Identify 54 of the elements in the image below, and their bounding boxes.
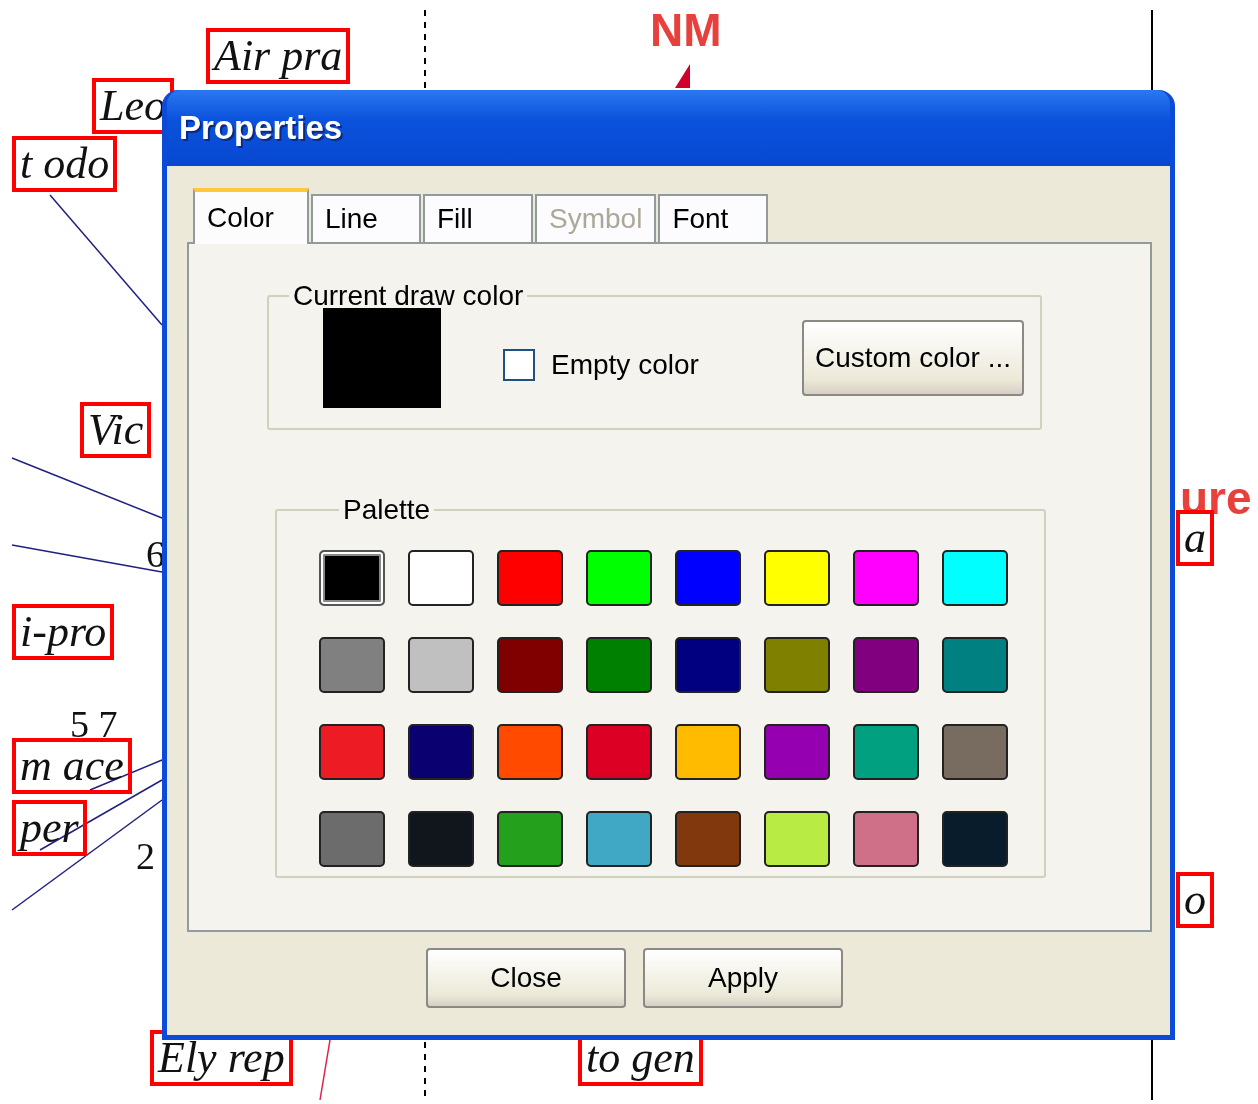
color-swatch[interactable]: [853, 637, 919, 693]
tab[interactable]: Line: [311, 194, 421, 242]
diagram-label: Vic: [80, 402, 152, 458]
color-swatch[interactable]: [497, 550, 563, 606]
window-title: Properties: [179, 109, 343, 147]
color-swatch[interactable]: [853, 724, 919, 780]
color-swatch[interactable]: [586, 637, 652, 693]
diagram-label: a: [1176, 510, 1214, 566]
group-title: Current draw color: [292, 280, 525, 312]
diagram-label: t odo: [12, 136, 118, 192]
color-swatch[interactable]: [497, 637, 563, 693]
color-swatch[interactable]: [408, 550, 474, 606]
color-swatch[interactable]: [675, 811, 741, 867]
color-swatch[interactable]: [408, 637, 474, 693]
color-swatch[interactable]: [764, 637, 830, 693]
color-swatch[interactable]: [408, 811, 474, 867]
color-swatch[interactable]: [586, 550, 652, 606]
color-swatch[interactable]: [497, 724, 563, 780]
color-swatch[interactable]: [675, 637, 741, 693]
diagram-label: NM: [650, 6, 722, 54]
tab[interactable]: Font: [658, 194, 769, 242]
diagram-label: o: [1176, 872, 1214, 928]
color-swatch[interactable]: [319, 811, 385, 867]
color-swatch[interactable]: [319, 724, 385, 780]
diagram-label: Air pra: [206, 28, 351, 84]
group-title: Palette: [342, 494, 432, 526]
color-swatch[interactable]: [764, 811, 830, 867]
color-swatch[interactable]: [853, 811, 919, 867]
color-swatch[interactable]: [319, 550, 385, 606]
color-swatch[interactable]: [942, 550, 1008, 606]
color-swatch[interactable]: [942, 637, 1008, 693]
color-swatch[interactable]: [853, 550, 919, 606]
color-swatch[interactable]: [586, 724, 652, 780]
tab[interactable]: Color: [193, 188, 309, 244]
color-swatch[interactable]: [942, 811, 1008, 867]
color-swatch[interactable]: [942, 724, 1008, 780]
color-swatch[interactable]: [586, 811, 652, 867]
dialog-button[interactable]: Apply: [643, 948, 843, 1008]
diagram-label: i-pro: [12, 604, 115, 660]
diagram-label: per: [12, 800, 87, 856]
color-swatch[interactable]: [408, 724, 474, 780]
checkbox-label: Empty color: [551, 349, 699, 381]
checkbox[interactable]: [503, 349, 535, 381]
color-swatch[interactable]: [675, 550, 741, 606]
color-swatch[interactable]: [764, 724, 830, 780]
tab[interactable]: Fill: [423, 194, 533, 242]
diagram-label: 2: [136, 834, 155, 879]
color-swatch[interactable]: [319, 637, 385, 693]
custom-color-button[interactable]: Custom color ...: [802, 320, 1024, 396]
color-swatch[interactable]: [497, 811, 563, 867]
dialog-button[interactable]: Close: [426, 948, 626, 1008]
color-swatch[interactable]: [764, 550, 830, 606]
color-swatch[interactable]: [675, 724, 741, 780]
diagram-label: m ace: [12, 738, 132, 794]
